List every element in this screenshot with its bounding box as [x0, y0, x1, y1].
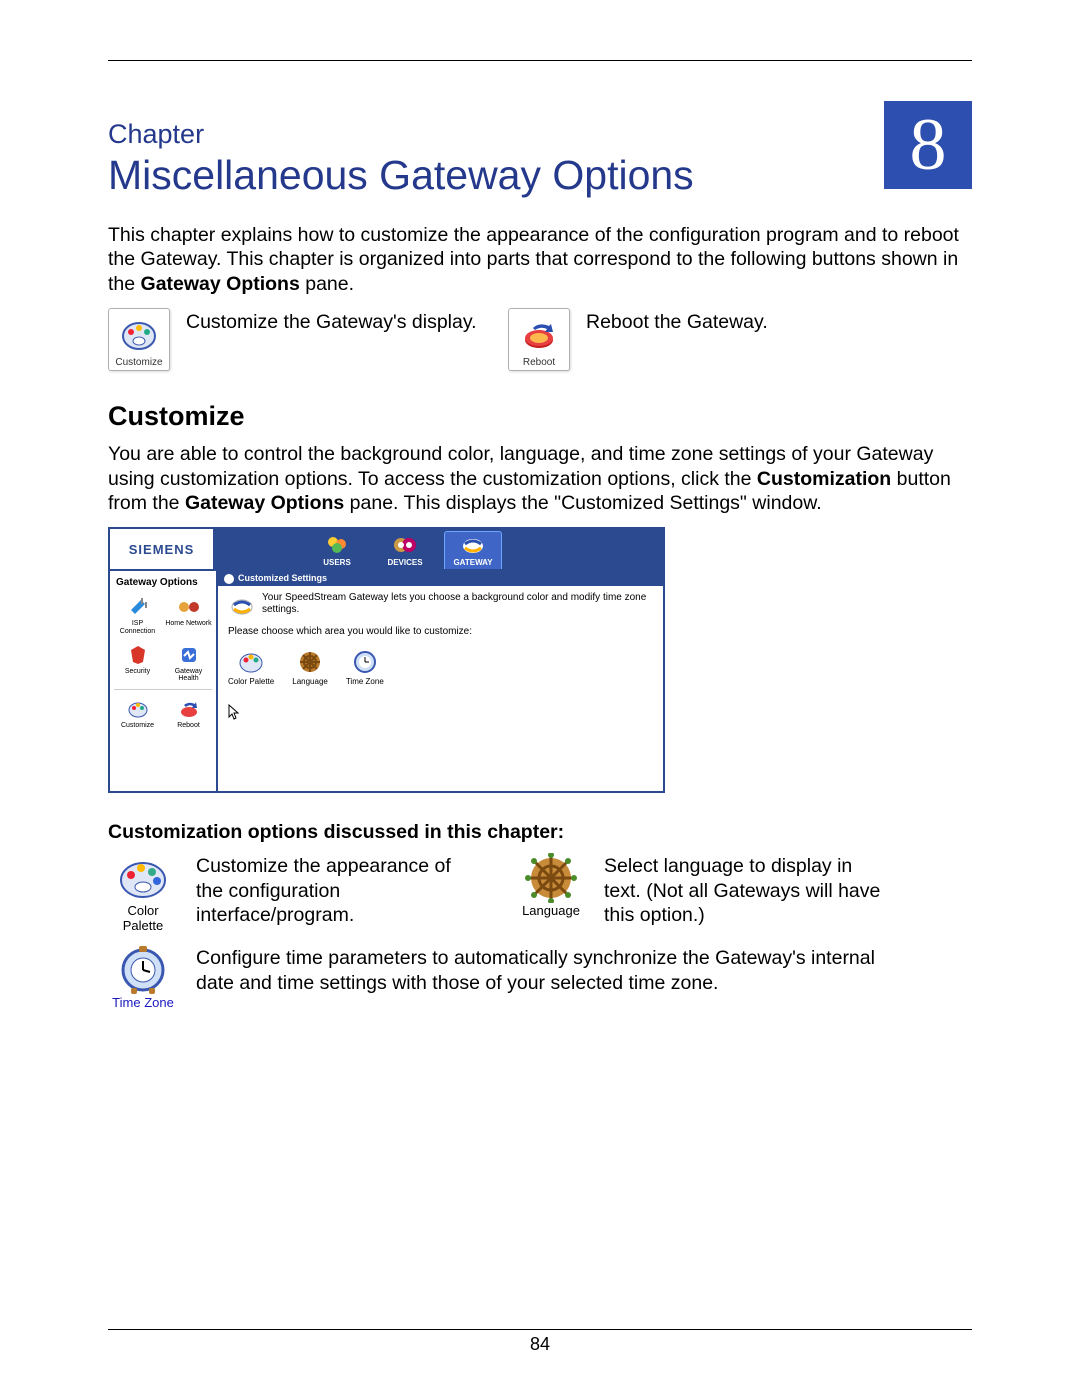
reboot-button-label: Reboot — [511, 357, 567, 368]
opt-label-1: Language — [292, 677, 328, 686]
cust-bold2: Gateway Options — [185, 492, 344, 514]
chapter-label: Chapter — [108, 119, 884, 150]
wheel-opt-icon — [292, 647, 328, 677]
gateway-small-icon — [228, 592, 256, 620]
sidebar-label-5: Reboot — [165, 722, 212, 730]
sidebar-label-0: ISP Connection — [114, 620, 161, 635]
tab-devices-label: DEVICES — [376, 558, 434, 567]
option-time-zone[interactable]: Time Zone — [346, 647, 384, 686]
color-palette-caption: Color Palette — [108, 904, 178, 934]
sidebar-item-reboot[interactable]: Reboot — [165, 696, 212, 730]
time-zone-option-icon: Time Zone — [108, 946, 178, 1011]
plug-icon — [114, 594, 161, 620]
palette-large-icon — [108, 854, 178, 902]
shield-icon — [114, 642, 161, 668]
top-rule — [108, 60, 972, 61]
clock-large-icon — [108, 946, 178, 994]
customize-button-label: Customize — [111, 357, 167, 368]
reboot-small-icon — [165, 696, 212, 722]
language-option-icon: Language — [516, 854, 586, 919]
time-zone-caption: Time Zone — [108, 996, 178, 1011]
health-icon — [165, 642, 212, 668]
sidebar-gateway-options: Gateway Options ISP Connection Home Netw… — [110, 571, 218, 791]
users-icon — [308, 532, 366, 558]
panel-prompt: Please choose which area you would like … — [228, 626, 653, 637]
sidebar-item-isp-connection[interactable]: ISP Connection — [114, 594, 161, 635]
language-caption: Language — [516, 904, 586, 919]
tab-gateway[interactable]: GATEWAY — [444, 531, 502, 569]
clock-opt-icon — [346, 647, 384, 677]
reboot-icon — [511, 313, 567, 357]
chapter-number: 8 — [910, 108, 947, 182]
customized-settings-screenshot: SIEMENS USERS DEVICES — [108, 527, 665, 793]
gateway-icon — [445, 532, 501, 558]
sidebar-label-3: Gateway Health — [165, 668, 212, 683]
section-heading-customize: Customize — [108, 401, 972, 432]
intro-text-b: pane. — [300, 273, 354, 295]
panel-header-customized-settings: Customized Settings — [218, 571, 663, 586]
option-language[interactable]: Language — [292, 647, 328, 686]
sidebar-label-4: Customize — [114, 722, 161, 730]
page-number: 84 — [530, 1334, 550, 1354]
customize-desc: Customize the Gateway's display. — [186, 308, 477, 334]
opt-label-2: Time Zone — [346, 677, 384, 686]
time-zone-desc: Configure time parameters to automatical… — [196, 946, 876, 995]
language-desc: Select language to display in text. (Not… — [604, 854, 884, 927]
reboot-button-icon: Reboot — [508, 308, 570, 371]
sidebar-item-home-network[interactable]: Home Network — [165, 594, 212, 635]
customize-paragraph: You are able to control the background c… — [108, 442, 972, 515]
customize-button-icon: Customize — [108, 308, 170, 371]
sidebar-label-2: Security — [114, 668, 161, 676]
reboot-desc: Reboot the Gateway. — [586, 308, 768, 334]
tab-gateway-label: GATEWAY — [445, 558, 501, 567]
color-palette-desc: Customize the appearance of the configur… — [196, 854, 476, 927]
palette-icon — [111, 313, 167, 357]
wheel-large-icon — [516, 854, 586, 902]
page-footer: 84 — [108, 1329, 972, 1355]
palette-small-icon — [114, 696, 161, 722]
intro-bold: Gateway Options — [141, 273, 300, 295]
sidebar-item-customize[interactable]: Customize — [114, 696, 161, 730]
siemens-logo: SIEMENS — [110, 529, 218, 569]
options-subheading: Customization options discussed in this … — [108, 821, 972, 844]
cust-bold1: Customization — [757, 468, 891, 490]
tab-users[interactable]: USERS — [308, 532, 366, 569]
chapter-title: Miscellaneous Gateway Options — [108, 152, 884, 199]
sidebar-item-security[interactable]: Security — [114, 642, 161, 683]
devices-icon — [376, 532, 434, 558]
sidebar-label-1: Home Network — [165, 620, 212, 628]
tab-devices[interactable]: DEVICES — [376, 532, 434, 569]
option-color-palette[interactable]: Color Palette — [228, 647, 274, 686]
panel-info-text: Your SpeedStream Gateway lets you choose… — [262, 592, 653, 617]
color-palette-option-icon: Color Palette — [108, 854, 178, 934]
tab-users-label: USERS — [308, 558, 366, 567]
palette-opt-icon — [228, 647, 274, 677]
chapter-number-badge: 8 — [884, 101, 972, 189]
network-icon — [165, 594, 212, 620]
intro-paragraph: This chapter explains how to customize t… — [108, 223, 972, 296]
sidebar-item-gateway-health[interactable]: Gateway Health — [165, 642, 212, 683]
cust-text-c: pane. This displays the "Customized Sett… — [344, 492, 821, 514]
cursor-icon — [228, 686, 653, 726]
sidebar-title: Gateway Options — [114, 577, 212, 588]
opt-label-0: Color Palette — [228, 677, 274, 686]
panel-header-text: Customized Settings — [238, 573, 327, 583]
